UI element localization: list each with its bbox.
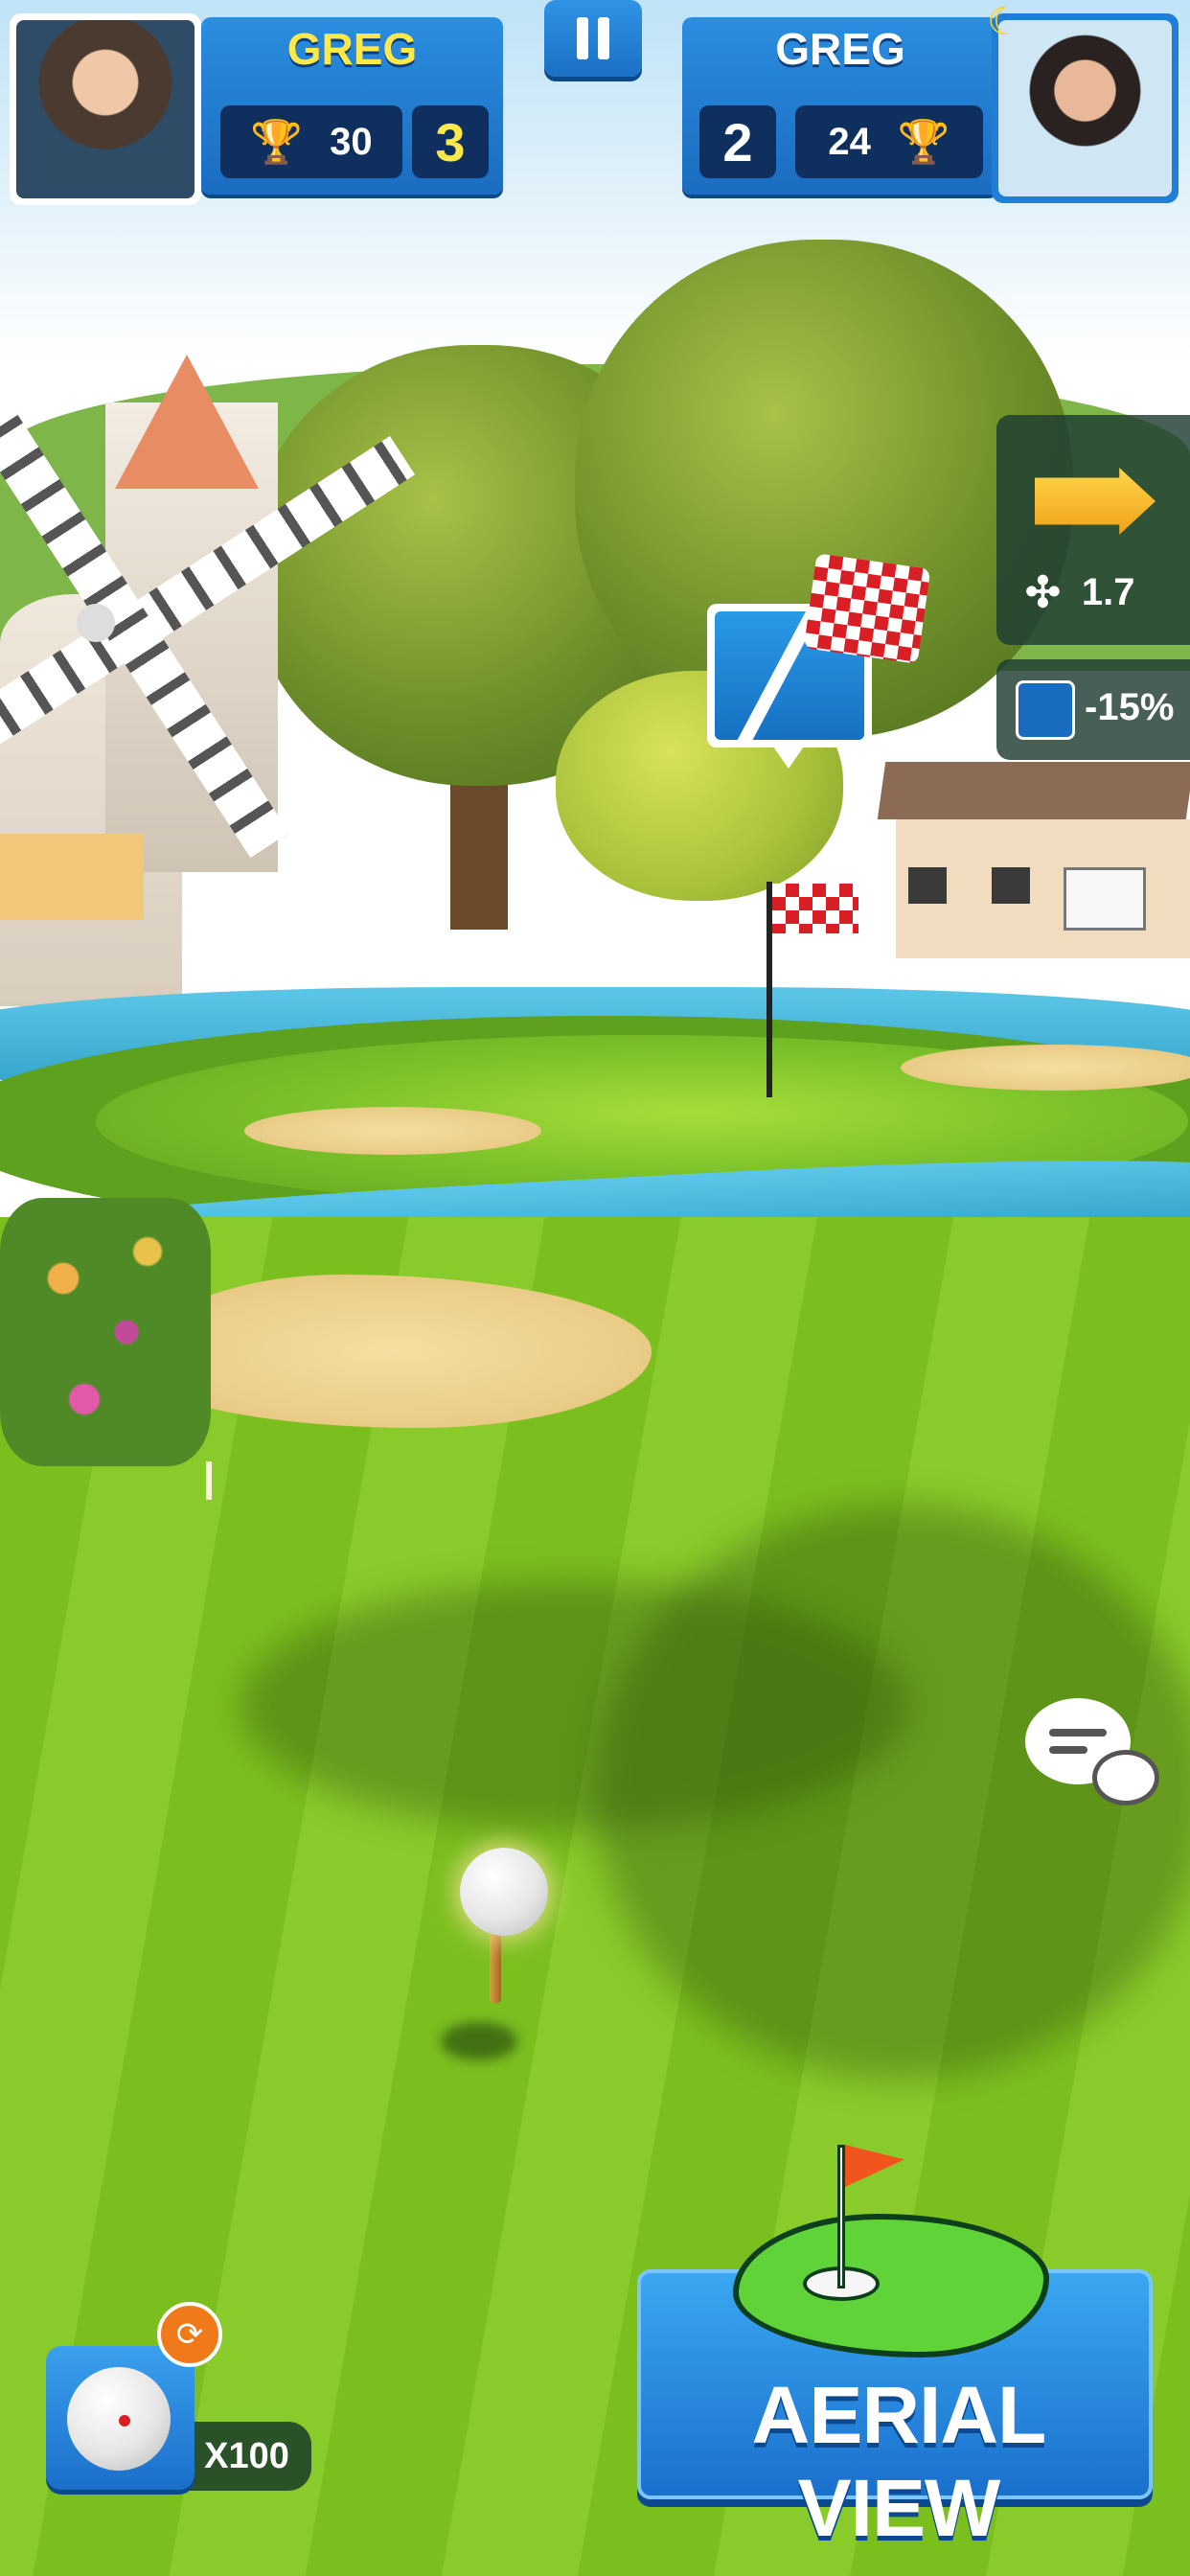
avatar-image [998,20,1172,196]
golf-tee [490,1926,501,2003]
avatar-image [16,20,195,198]
wind-panel: ✣ 1.7 [996,415,1190,645]
golf-ball[interactable] [460,1848,548,1936]
house-roof [877,762,1190,819]
chat-icon [1049,1729,1107,1736]
wind-direction-arrow-icon [1035,468,1156,535]
house-window [908,867,947,904]
golf-ball-icon [67,2367,171,2471]
player-right-trophies: 24 🏆 [795,105,983,178]
trophy-icon: 🏆 [897,119,950,166]
checkered-flag [772,884,858,933]
spin-modifier-icon [1016,680,1075,740]
player-right-name: GREG [775,24,905,74]
yardage-marker [206,1461,212,1500]
windmill-band [0,834,144,920]
pause-icon-bar [598,17,609,59]
modifier-panel: -15% [996,659,1190,760]
player-left-name: GREG [286,24,418,74]
trophy-icon: 🏆 [250,119,304,166]
chat-icon-line [1049,1746,1087,1754]
pause-icon [577,17,588,59]
sign-pointer [771,744,806,769]
trophy-count: 24 [828,120,871,163]
player-left-trophies: 🏆 30 [220,105,402,178]
player-left-card: GREG 🏆 30 3 [201,17,503,195]
ball-select-button[interactable] [46,2346,195,2490]
sand-bunker [901,1045,1190,1091]
checkered-flag-icon [803,553,931,664]
player-left-avatar[interactable] [10,13,201,205]
flag-pole-icon [837,2145,845,2288]
trophy-count: 30 [330,120,373,163]
course-map-icon [733,2214,1049,2358]
modifier-value: -15% [1085,686,1175,728]
pause-button[interactable] [544,0,642,77]
sand-bunker [244,1107,541,1155]
wind-readout: ✣ 1.7 [1025,568,1134,617]
fence [383,934,862,944]
ball-marker [119,2415,130,2426]
moon-badge-icon: ☾ [987,0,1021,44]
player-right-card: GREG 2 24 🏆 [682,17,998,195]
fence [383,954,862,963]
player-left-score: 3 [412,105,489,178]
ball-count: X100 [182,2422,311,2491]
flower-bed [0,1198,211,1466]
refresh-icon[interactable]: ⟳ [157,2302,222,2367]
chat-bubble-small [1092,1750,1159,1806]
player-right-score: 2 [699,105,776,178]
windmill-hub [77,604,115,642]
wind-fan-icon: ✣ [1025,569,1061,616]
game-scene: GREG 🏆 30 3 GREG 2 24 🏆 ☾ ✣ 1.7 -15% X10… [0,0,1190,2576]
ball-shadow [441,2022,517,2060]
wind-speed: 1.7 [1081,571,1135,613]
aerial-view-label: AERIAL VIEW [751,2370,1047,2553]
house-door [1064,867,1146,931]
house-window [992,867,1030,904]
